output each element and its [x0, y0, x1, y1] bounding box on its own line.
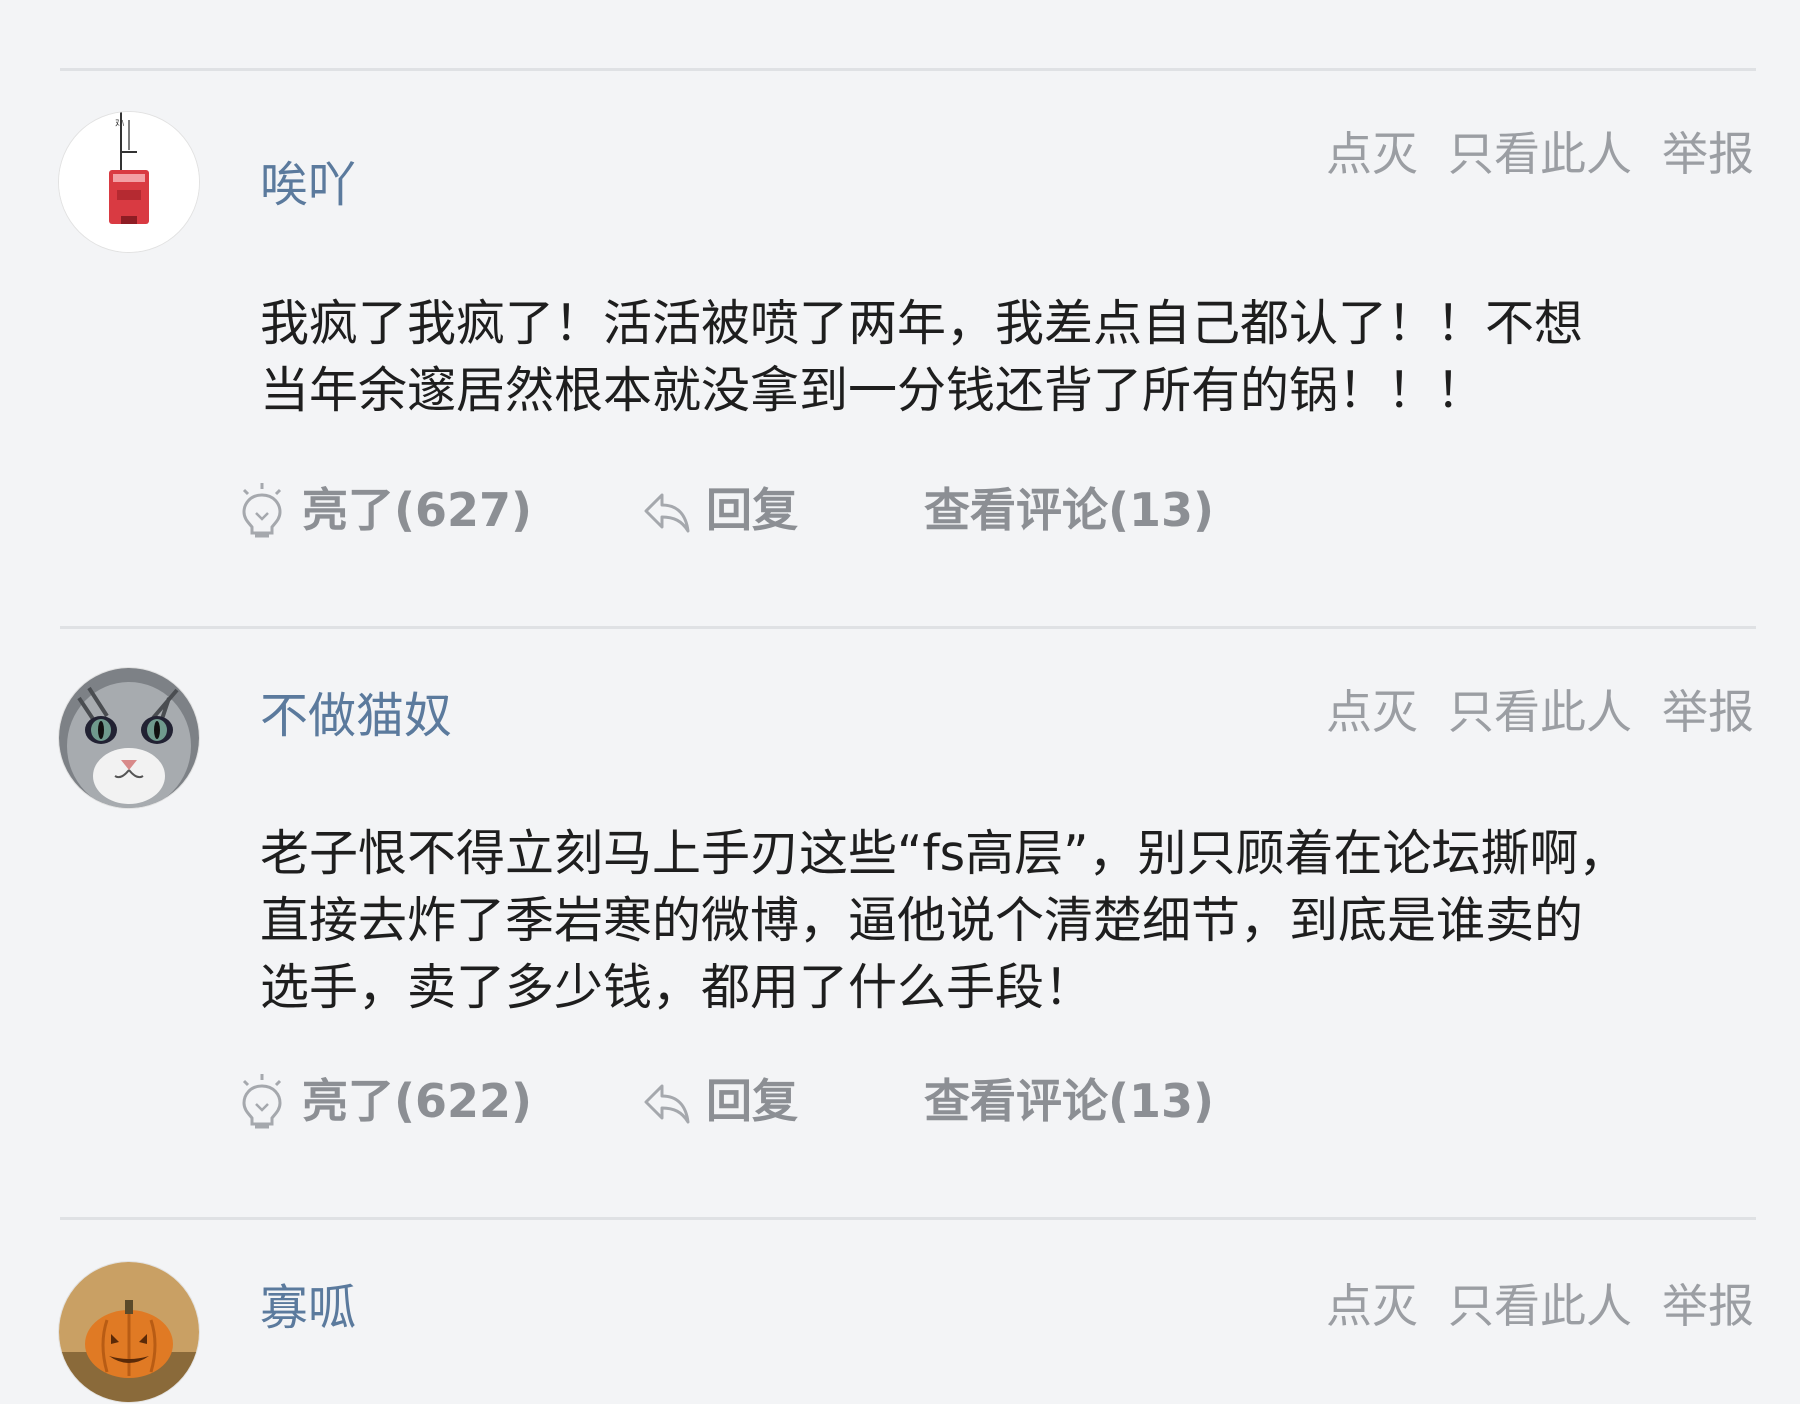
reply-label: 回复 [706, 483, 798, 537]
avatar[interactable] [59, 1262, 199, 1402]
post-actions: 点灭 只看此人 举报 [1326, 1276, 1754, 1336]
lightbulb-icon [242, 1074, 282, 1129]
like-button[interactable]: 亮了(622) [236, 1066, 536, 1136]
comment-text: 我疯了我疯了！活活被喷了两年，我差点自己都认了！！不想 当年余邃居然根本就没拿到… [260, 295, 1584, 419]
report-button[interactable]: 举报 [1662, 127, 1754, 181]
view-comments-button[interactable]: 查看评论(13) [924, 1066, 1224, 1136]
tram-sign-avatar-icon: ﾇﾊ [59, 112, 199, 252]
view-comments-button[interactable]: 查看评论(13) [924, 475, 1224, 545]
only-this-user-button[interactable]: 只看此人 [1448, 1279, 1632, 1333]
comment-text: 老子恨不得立刻马上手刃这些“fs高层”，别只顾着在论坛撕啊， 直接去炸了季岩寒的… [260, 825, 1628, 1016]
reply-button[interactable]: 回复 [640, 1066, 840, 1136]
reply-label: 回复 [706, 1074, 798, 1128]
report-button[interactable]: 举报 [1662, 685, 1754, 739]
divider [60, 68, 1756, 71]
avatar[interactable]: ﾇﾊ [59, 112, 199, 252]
like-count: 亮了(627) [302, 483, 533, 537]
like-button[interactable]: 亮了(627) [236, 475, 536, 545]
reply-arrow-icon [644, 493, 690, 533]
report-button[interactable]: 举报 [1662, 1279, 1754, 1333]
avatar[interactable] [59, 668, 199, 808]
only-this-user-button[interactable]: 只看此人 [1448, 127, 1632, 181]
dislike-button[interactable]: 点灭 [1326, 1279, 1418, 1333]
svg-text:ﾇﾊ: ﾇﾊ [115, 119, 125, 129]
username[interactable]: 唉吖 [260, 155, 356, 215]
reply-button[interactable]: 回复 [640, 475, 840, 545]
only-this-user-button[interactable]: 只看此人 [1448, 685, 1632, 739]
username[interactable]: 不做猫奴 [260, 686, 452, 746]
lightbulb-icon [242, 483, 282, 538]
divider [60, 626, 1756, 629]
post-actions: 点灭 只看此人 举报 [1326, 124, 1754, 184]
like-count: 亮了(622) [302, 1074, 533, 1128]
username[interactable]: 寡呱 [260, 1278, 356, 1338]
dislike-button[interactable]: 点灭 [1326, 127, 1418, 181]
view-comments-label: 查看评论(13) [924, 1074, 1215, 1128]
cat-avatar-icon [59, 668, 199, 808]
view-comments-label: 查看评论(13) [924, 483, 1215, 537]
pumpkin-avatar-icon [59, 1262, 199, 1402]
divider [60, 1217, 1756, 1220]
post-actions: 点灭 只看此人 举报 [1326, 682, 1754, 742]
reply-arrow-icon [644, 1084, 690, 1124]
dislike-button[interactable]: 点灭 [1326, 685, 1418, 739]
